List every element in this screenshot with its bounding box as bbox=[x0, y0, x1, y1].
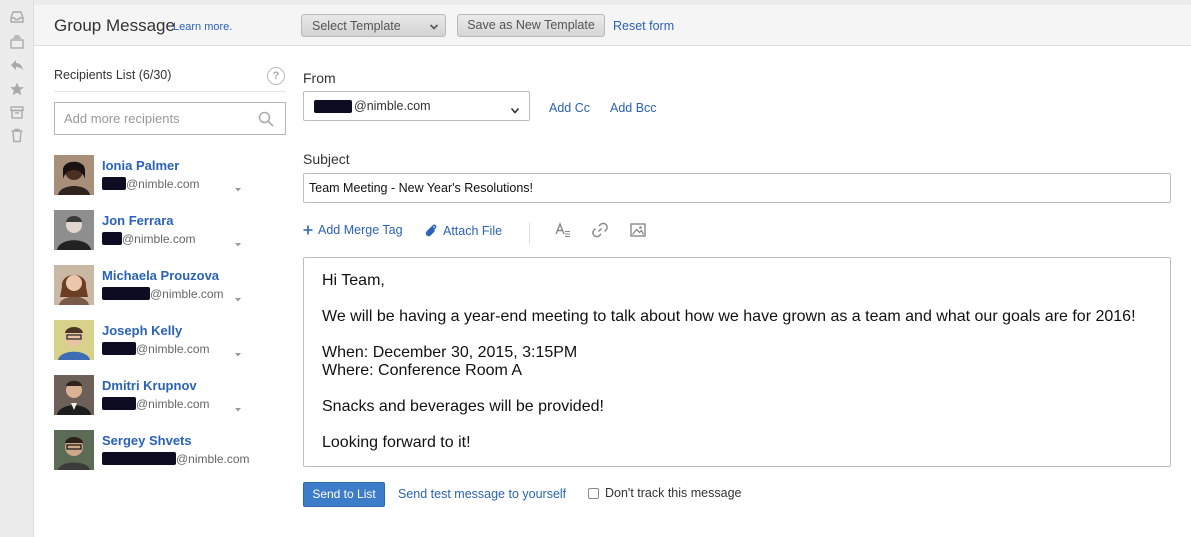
link-icon[interactable] bbox=[591, 221, 609, 242]
recipient-name[interactable]: Dmitri Krupnov bbox=[102, 378, 197, 393]
recipient-item[interactable]: Ionia Palmer @nimble.com bbox=[54, 155, 286, 199]
add-bcc-link[interactable]: Add Bcc bbox=[610, 101, 657, 115]
redacted-email-mark bbox=[102, 452, 176, 465]
help-icon[interactable]: ? bbox=[267, 67, 285, 85]
add-merge-tag-button[interactable]: Add Merge Tag bbox=[303, 223, 403, 238]
chevron-down-icon[interactable] bbox=[234, 236, 242, 251]
send-to-list-button[interactable]: Send to List bbox=[303, 482, 385, 507]
select-template-dropdown[interactable]: Select Template bbox=[301, 14, 446, 37]
avatar bbox=[54, 430, 94, 470]
dont-track-checkbox[interactable] bbox=[588, 488, 599, 499]
chevron-down-icon[interactable] bbox=[234, 401, 242, 416]
recipient-email: @nimble.com bbox=[150, 287, 224, 301]
learn-more-link[interactable]: Learn more. bbox=[173, 21, 232, 33]
body-line: Hi Team, bbox=[322, 272, 385, 289]
archive-stack-icon[interactable] bbox=[9, 34, 25, 50]
add-merge-tag-label: Add Merge Tag bbox=[318, 223, 403, 237]
recipient-name[interactable]: Joseph Kelly bbox=[102, 323, 182, 338]
recipient-item[interactable]: Jon Ferrara @nimble.com bbox=[54, 210, 286, 254]
recipient-email: @nimble.com bbox=[136, 397, 210, 411]
body-line: Where: Conference Room A bbox=[322, 362, 523, 379]
from-label: From bbox=[303, 70, 336, 86]
avatar bbox=[54, 375, 94, 415]
plus-icon bbox=[303, 224, 313, 238]
archive-box-icon[interactable] bbox=[9, 104, 25, 120]
chevron-down-icon[interactable] bbox=[234, 291, 242, 306]
body-line: When: December 30, 2015, 3:15PM bbox=[322, 344, 578, 361]
recipient-item[interactable]: Sergey Shvets @nimble.com bbox=[54, 430, 286, 474]
image-icon[interactable] bbox=[629, 221, 647, 242]
search-icon[interactable] bbox=[258, 111, 274, 130]
chevron-down-icon bbox=[510, 103, 520, 118]
reply-icon[interactable] bbox=[9, 57, 25, 73]
attach-file-button[interactable]: Attach File bbox=[424, 223, 502, 240]
trash-icon[interactable] bbox=[9, 127, 25, 143]
body-line: Snacks and beverages will be provided! bbox=[322, 398, 604, 415]
recipient-email: @nimble.com bbox=[122, 232, 196, 246]
avatar bbox=[54, 265, 94, 305]
paperclip-icon bbox=[424, 223, 438, 240]
body-line: We will be having a year-end meeting to … bbox=[322, 308, 1136, 325]
subject-label: Subject bbox=[303, 151, 350, 167]
redacted-email-mark bbox=[102, 397, 136, 410]
star-icon[interactable] bbox=[9, 81, 25, 97]
group-message-panel: Group Message Learn more. Select Templat… bbox=[34, 5, 1191, 537]
redacted-email-mark bbox=[102, 287, 150, 300]
recipient-item[interactable]: Michaela Prouzova @nimble.com bbox=[54, 265, 286, 309]
send-test-message-link[interactable]: Send test message to yourself bbox=[398, 487, 566, 501]
recipient-item[interactable]: Joseph Kelly @nimble.com bbox=[54, 320, 286, 364]
redacted-email-mark bbox=[102, 342, 136, 355]
message-body-editor[interactable]: Hi Team, We will be having a year-end me… bbox=[303, 257, 1171, 467]
recipient-name[interactable]: Ionia Palmer bbox=[102, 158, 179, 173]
text-format-icon[interactable] bbox=[554, 221, 572, 242]
dont-track-label[interactable]: Don't track this message bbox=[605, 486, 741, 500]
avatar bbox=[54, 320, 94, 360]
from-dropdown[interactable]: @nimble.com bbox=[303, 91, 530, 121]
select-template-label: Select Template bbox=[312, 19, 401, 33]
recipient-name[interactable]: Sergey Shvets bbox=[102, 433, 192, 448]
page-title: Group Message bbox=[54, 16, 175, 35]
recipients-list-title: Recipients List (6/30) bbox=[54, 68, 172, 82]
divider bbox=[54, 91, 286, 92]
add-recipients-input[interactable] bbox=[64, 111, 244, 126]
reset-form-link[interactable]: Reset form bbox=[613, 19, 674, 33]
add-recipients-field[interactable] bbox=[54, 102, 286, 135]
recipient-item[interactable]: Dmitri Krupnov @nimble.com bbox=[54, 375, 286, 419]
header-bar: Group Message Learn more. Select Templat… bbox=[34, 5, 1191, 46]
subject-input[interactable] bbox=[309, 181, 1149, 195]
save-as-template-button[interactable]: Save as New Template bbox=[457, 14, 605, 37]
left-icon-rail bbox=[0, 0, 34, 537]
add-cc-link[interactable]: Add Cc bbox=[549, 101, 590, 115]
redacted-email-mark bbox=[102, 232, 122, 245]
attach-file-label: Attach File bbox=[443, 223, 503, 238]
chevron-down-icon[interactable] bbox=[234, 346, 242, 361]
chevron-down-icon[interactable] bbox=[234, 181, 242, 196]
recipient-email: @nimble.com bbox=[136, 342, 210, 356]
recipient-email: @nimble.com bbox=[176, 452, 250, 466]
recipient-name[interactable]: Michaela Prouzova bbox=[102, 268, 219, 283]
chevron-down-icon bbox=[429, 21, 439, 35]
subject-field[interactable] bbox=[303, 173, 1171, 203]
avatar bbox=[54, 210, 94, 250]
from-value: @nimble.com bbox=[354, 99, 431, 113]
redacted-email-mark bbox=[314, 100, 352, 113]
body-line: Looking forward to it! bbox=[322, 434, 471, 451]
redacted-email-mark bbox=[102, 177, 126, 190]
inbox-icon[interactable] bbox=[9, 9, 25, 25]
toolbar-divider bbox=[529, 222, 530, 244]
recipient-name[interactable]: Jon Ferrara bbox=[102, 213, 174, 228]
avatar bbox=[54, 155, 94, 195]
recipient-email: @nimble.com bbox=[126, 177, 200, 191]
